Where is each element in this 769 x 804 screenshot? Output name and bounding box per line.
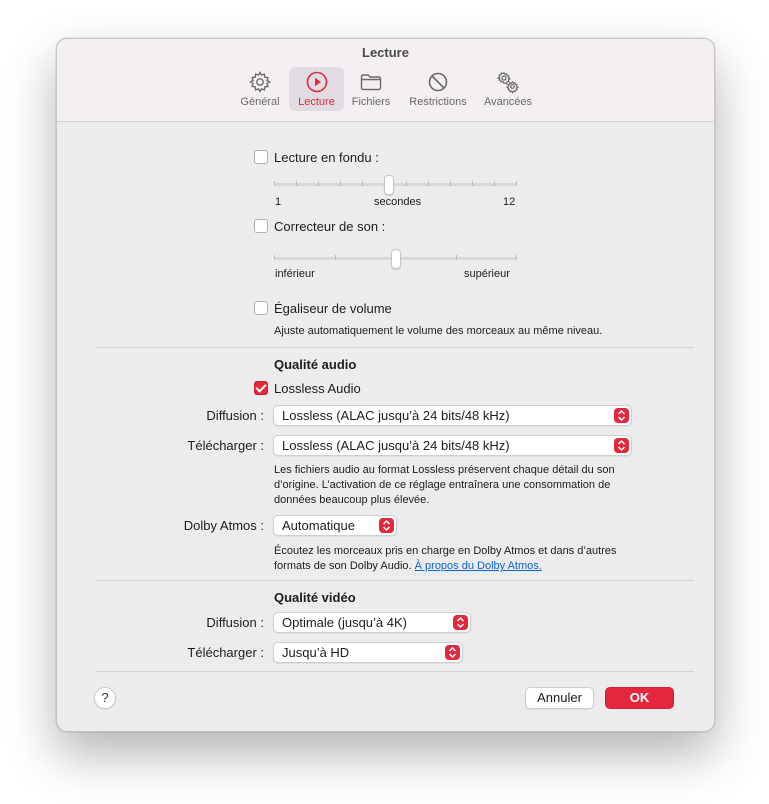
dolby-atmos-select[interactable]: Automatique (273, 515, 397, 536)
chevron-updown-icon (453, 615, 468, 630)
dolby-atmos-value: Automatique (282, 518, 355, 533)
sound-enhancer-slider-knob[interactable] (391, 249, 401, 269)
video-streaming-label: Diffusion : (206, 615, 264, 630)
divider (95, 347, 694, 348)
dolby-atmos-label: Dolby Atmos : (183, 518, 264, 533)
audio-streaming-label: Diffusion : (206, 408, 264, 423)
slider-tick (274, 181, 275, 186)
slider-tick (406, 181, 407, 186)
help-button[interactable]: ? (94, 687, 116, 709)
slider-tick (296, 181, 297, 186)
slider-tick (456, 255, 457, 260)
crossfade-slider[interactable] (274, 175, 517, 195)
crossfade-unit-label: secondes (374, 196, 422, 208)
lossless-audio-label: Lossless Audio (274, 381, 361, 396)
ok-button[interactable]: OK (605, 687, 674, 709)
video-download-value: Jusqu’à HD (282, 645, 350, 660)
slider-tick (318, 181, 319, 186)
slider-tick (428, 181, 429, 186)
audio-quality-heading: Qualité audio (274, 357, 357, 372)
settings-pane: Lecture en fondu : 1 secondes 12 Correct… (57, 39, 714, 731)
audio-download-select[interactable]: Lossless (ALAC jusqu’à 24 bits/48 kHz) (273, 435, 632, 456)
audio-streaming-value: Lossless (ALAC jusqu’à 24 bits/48 kHz) (282, 408, 510, 423)
chevron-updown-icon (379, 518, 394, 533)
dolby-description-line: formats de son Dolby Audio. À propos du … (274, 560, 542, 572)
sound-enhancer-label: Correcteur de son : (274, 219, 386, 234)
sound-check-label: Égaliseur de volume (274, 301, 392, 316)
lossless-description: Les fichiers audio au format Lossless pr… (274, 463, 694, 508)
audio-streaming-select[interactable]: Lossless (ALAC jusqu’à 24 bits/48 kHz) (273, 405, 632, 426)
slider-tick (335, 255, 336, 260)
sound-enhancer-slider[interactable] (274, 249, 517, 269)
crossfade-label: Lecture en fondu : (274, 150, 379, 165)
audio-download-label: Télécharger : (187, 438, 264, 453)
crossfade-slider-knob[interactable] (384, 175, 394, 195)
dolby-description-line: Écoutez les morceaux pris en charge en D… (274, 545, 617, 557)
slider-tick (516, 181, 517, 186)
lossless-description-line: données beaucoup plus élevée. (274, 494, 430, 506)
slider-tick (362, 181, 363, 186)
slider-tick (274, 255, 275, 260)
crossfade-max-label: 12 (503, 196, 516, 208)
audio-download-value: Lossless (ALAC jusqu’à 24 bits/48 kHz) (282, 438, 510, 453)
slider-tick (340, 181, 341, 186)
sound-enhancer-low-label: inférieur (275, 268, 315, 280)
lossless-description-line: d’origine. L’activation de ce réglage en… (274, 479, 611, 491)
preferences-window: Lecture Général Lecture Fichiers Restric… (56, 38, 715, 732)
sound-enhancer-checkbox[interactable] (254, 219, 268, 233)
sound-enhancer-high-label: supérieur (464, 268, 510, 280)
chevron-updown-icon (445, 645, 460, 660)
crossfade-checkbox[interactable] (254, 150, 268, 164)
slider-tick (516, 255, 517, 260)
video-download-select[interactable]: Jusqu’à HD (273, 642, 463, 663)
divider (95, 580, 694, 581)
slider-tick (472, 181, 473, 186)
chevron-updown-icon (614, 408, 629, 423)
lossless-description-line: Les fichiers audio au format Lossless pr… (274, 464, 615, 476)
dolby-atmos-link[interactable]: À propos du Dolby Atmos. (415, 560, 542, 572)
video-quality-heading: Qualité vidéo (274, 590, 356, 605)
crossfade-min-label: 1 (275, 196, 282, 208)
video-streaming-value: Optimale (jusqu’à 4K) (282, 615, 407, 630)
slider-tick (450, 181, 451, 186)
dolby-description: Écoutez les morceaux pris en charge en D… (274, 544, 694, 574)
slider-tick (494, 181, 495, 186)
divider (95, 671, 694, 672)
chevron-updown-icon (614, 438, 629, 453)
sound-check-checkbox[interactable] (254, 301, 268, 315)
video-download-label: Télécharger : (187, 645, 264, 660)
video-streaming-select[interactable]: Optimale (jusqu’à 4K) (273, 612, 471, 633)
lossless-audio-checkbox[interactable] (254, 381, 268, 395)
sound-check-description: Ajuste automatiquement le volume des mor… (274, 325, 603, 337)
cancel-button[interactable]: Annuler (525, 687, 594, 709)
